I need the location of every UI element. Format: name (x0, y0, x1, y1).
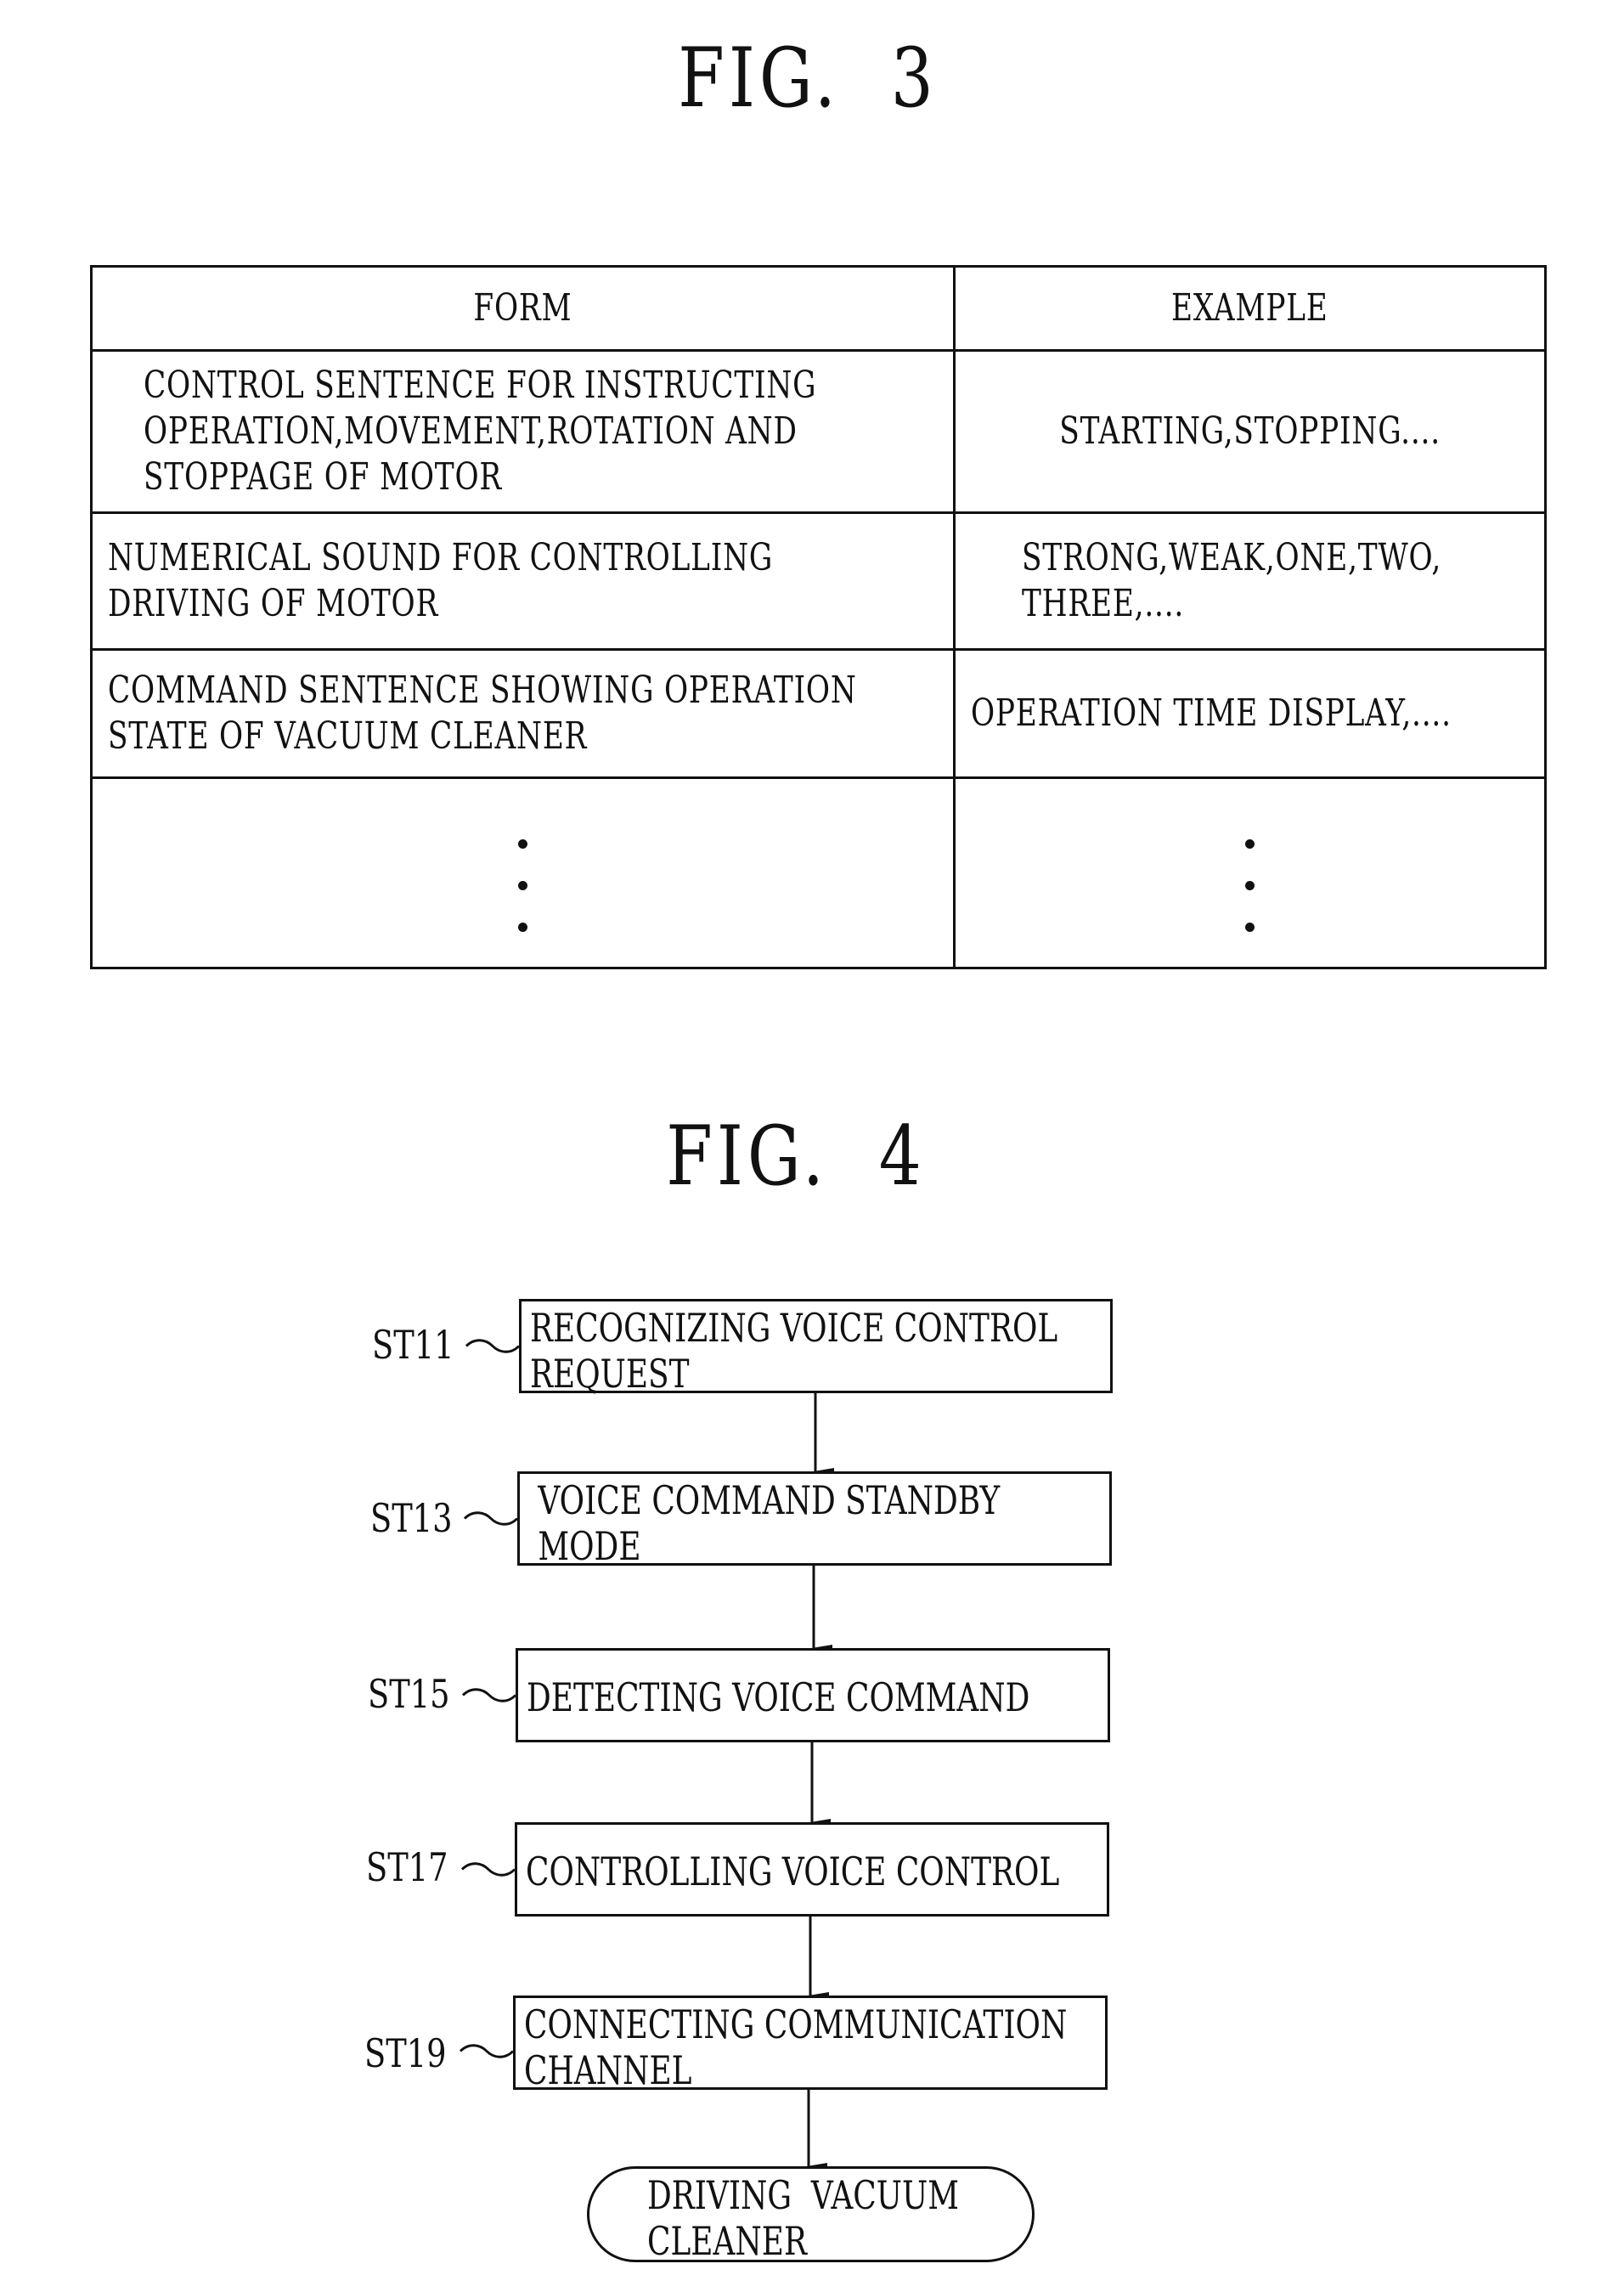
leader-tilde-icon (463, 1511, 519, 1526)
flowchart-connectors (459, 1339, 834, 2170)
step-text: CONNECTING COMMUNICATION CHANNEL (524, 2001, 1068, 2093)
step-label-st11: ST11 (372, 1322, 454, 1368)
leader-tilde-icon (465, 1339, 521, 1353)
step-box-st13: VOICE COMMAND STANDBY MODE (517, 1471, 1112, 1569)
terminal-end: DRIVING VACUUM CLEANER (587, 2166, 1035, 2264)
step-box-st15: DETECTING VOICE COMMAND (516, 1648, 1110, 1742)
step-label-st13: ST13 (370, 1495, 453, 1541)
leader-tilde-icon (461, 1688, 517, 1702)
leader-tilde-icon (459, 2044, 515, 2058)
step-box-st19: CONNECTING COMMUNICATION CHANNEL (513, 1996, 1108, 2093)
step-label-st19: ST19 (364, 2030, 447, 2076)
step-box-st17: CONTROLLING VOICE CONTROL (515, 1822, 1109, 1917)
leader-tilde-icon (460, 1862, 516, 1877)
step-text: RECOGNIZING VOICE CONTROL REQUEST (530, 1305, 1058, 1397)
terminal-text: DRIVING VACUUM CLEANER (647, 2172, 959, 2264)
step-label-st17: ST17 (366, 1844, 448, 1890)
step-text: VOICE COMMAND STANDBY MODE (538, 1477, 1001, 1569)
step-text: DETECTING VOICE COMMAND (527, 1674, 1030, 1720)
step-box-st11: RECOGNIZING VOICE CONTROL REQUEST (519, 1299, 1113, 1397)
step-label-st15: ST15 (368, 1671, 450, 1717)
step-text: CONTROLLING VOICE CONTROL (526, 1849, 1060, 1894)
